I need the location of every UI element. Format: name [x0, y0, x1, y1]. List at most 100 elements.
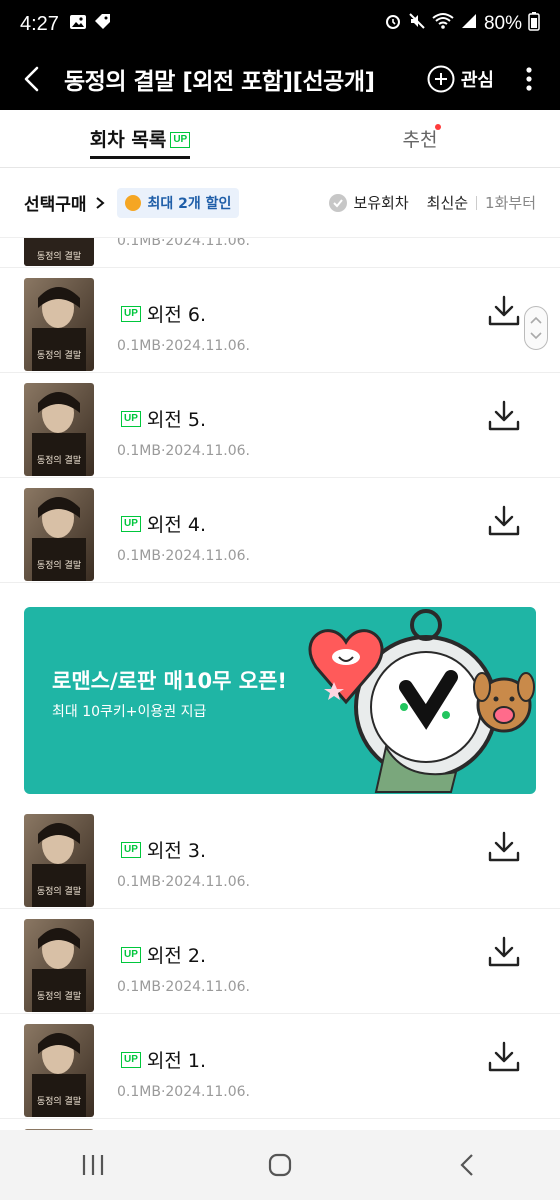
up-badge: UP: [121, 946, 141, 963]
select-buy-button[interactable]: 선택구매: [24, 190, 106, 215]
tab-recommend-label: 추천: [402, 129, 438, 151]
episode-title: 외전 6.: [146, 304, 207, 326]
battery-icon: [528, 11, 540, 37]
up-badge: UP: [121, 410, 141, 427]
episode-meta: 0.1MB·2024.11.06.: [117, 443, 251, 459]
gallery-icon: [69, 13, 87, 35]
episode-title: 외전 5.: [146, 409, 207, 431]
tag-icon: [93, 13, 111, 35]
download-icon: [488, 400, 520, 431]
episode-row[interactable]: [0, 1119, 560, 1130]
favorite-label: 관심: [460, 70, 494, 91]
episode-thumbnail: 동정의 결말: [24, 278, 94, 371]
app-bar: 동정의 결말 [외전 포함][선공개] 관심: [0, 48, 560, 110]
owned-label: 보유회차: [353, 194, 409, 212]
episode-list: 동정의 결말 0.1MB·2024.11.06. 동정의 결말 UP 외전 6.…: [0, 238, 560, 1130]
up-badge: UP: [121, 841, 141, 858]
back-button[interactable]: [0, 48, 64, 110]
episode-meta: 0.1MB·2024.11.06.: [117, 874, 251, 890]
download-icon: [488, 1041, 520, 1072]
episode-thumbnail: 동정의 결말: [24, 383, 94, 476]
episode-meta: 0.1MB·2024.11.06.: [117, 979, 251, 995]
discount-label: 최대 2개 할인: [147, 195, 232, 212]
system-nav-bar: [0, 1130, 560, 1200]
episode-thumbnail: 동정의 결말: [24, 1024, 94, 1117]
signal-icon: [460, 12, 478, 36]
svg-text:동정의 결말: 동정의 결말: [37, 990, 81, 1002]
episode-row[interactable]: 동정의 결말 UP 외전 1. 0.1MB·2024.11.06.: [0, 1014, 560, 1119]
download-button[interactable]: [486, 503, 522, 539]
episode-row[interactable]: 동정의 결말 UP 외전 2. 0.1MB·2024.11.06.: [0, 909, 560, 1014]
sort-latest[interactable]: 최신순: [427, 192, 468, 213]
download-button[interactable]: [486, 934, 522, 970]
svg-text:동정의 결말: 동정의 결말: [37, 250, 81, 262]
discount-chip[interactable]: 최대 2개 할인: [117, 187, 240, 218]
banner-illustration: [308, 609, 535, 793]
chevron-right-icon: [96, 197, 106, 209]
episode-row[interactable]: 동정의 결말 UP 외전 4. 0.1MB·2024.11.06.: [0, 478, 560, 583]
episode-row[interactable]: 동정의 결말 UP 외전 3. 0.1MB·2024.11.06.: [0, 804, 560, 909]
episode-title: 외전 4.: [146, 514, 207, 536]
new-dot: [435, 124, 441, 130]
download-button[interactable]: [486, 1039, 522, 1075]
page-title: 동정의 결말 [외전 포함][선공개]: [64, 69, 375, 95]
promo-banner[interactable]: 로맨스/로판 매10무 오픈! 최대 10쿠키+이용권 지급: [24, 607, 536, 794]
tab-episode-list-label: 회차 목록: [89, 128, 167, 151]
more-vertical-icon: [526, 67, 532, 91]
chevron-up-icon: [530, 316, 542, 324]
check-circle-icon: [329, 193, 348, 212]
fast-scroll-handle[interactable]: [524, 306, 548, 350]
svg-text:동정의 결말: 동정의 결말: [37, 454, 81, 466]
download-button[interactable]: [486, 398, 522, 434]
episode-title: 외전 3.: [146, 840, 207, 862]
episode-title: 외전 1.: [146, 1050, 207, 1072]
up-badge: UP: [121, 515, 141, 532]
chevron-down-icon: [530, 332, 542, 340]
tab-episode-list[interactable]: 회차 목록 UP: [0, 110, 280, 167]
episode-meta: 0.1MB·2024.11.06.: [117, 548, 251, 564]
home-button[interactable]: [250, 1135, 310, 1195]
sort-from-first[interactable]: 1화부터: [485, 192, 536, 213]
up-badge: UP: [121, 1051, 141, 1068]
svg-text:동정의 결말: 동정의 결말: [37, 885, 81, 897]
download-icon: [488, 831, 520, 862]
banner-title: 로맨스/로판 매10무 오픈!: [52, 669, 287, 693]
episode-thumbnail: 동정의 결말: [24, 488, 94, 581]
svg-text:동정의 결말: 동정의 결말: [37, 349, 81, 361]
up-badge: UP: [121, 305, 141, 322]
filter-bar: 선택구매 최대 2개 할인 보유회차 최신순 1화부터: [0, 168, 560, 238]
svg-text:동정의 결말: 동정의 결말: [37, 559, 81, 571]
svg-text:동정의 결말: 동정의 결말: [37, 1095, 81, 1107]
episode-meta: 0.1MB·2024.11.06.: [117, 338, 251, 354]
home-icon: [268, 1153, 292, 1177]
episode-thumbnail: 동정의 결말: [24, 238, 94, 266]
tab-recommend[interactable]: 추천: [280, 110, 560, 167]
battery-percent: 80%: [483, 13, 522, 34]
back-chevron-icon: [460, 1154, 473, 1176]
episode-row[interactable]: 동정의 결말 0.1MB·2024.11.06.: [0, 238, 560, 268]
recent-apps-button[interactable]: [63, 1135, 123, 1195]
mute-icon: [408, 12, 426, 36]
back-nav-button[interactable]: [437, 1135, 497, 1195]
owned-filter[interactable]: 보유회차: [329, 192, 409, 213]
select-buy-label: 선택구매: [24, 195, 87, 215]
download-button[interactable]: [486, 829, 522, 865]
episode-row[interactable]: 동정의 결말 UP 외전 6. 0.1MB·2024.11.06.: [0, 268, 560, 373]
more-button[interactable]: [514, 48, 544, 110]
favorite-button[interactable]: 관심: [427, 65, 494, 93]
episode-meta: 0.1MB·2024.11.06.: [117, 1084, 251, 1100]
sort-divider: [476, 195, 478, 210]
episode-row[interactable]: 동정의 결말 UP 외전 5. 0.1MB·2024.11.06.: [0, 373, 560, 478]
episode-thumbnail: 동정의 결말: [24, 814, 94, 907]
wifi-icon: [432, 12, 454, 36]
up-badge: UP: [170, 132, 191, 148]
back-arrow-icon: [24, 66, 39, 92]
download-button[interactable]: [486, 293, 522, 329]
coin-icon: [125, 194, 142, 211]
tab-bar: 회차 목록 UP 추천: [0, 110, 560, 168]
plus-circle-icon: [427, 65, 455, 93]
alarm-icon: [384, 12, 402, 36]
download-icon: [488, 505, 520, 536]
recent-apps-icon: [83, 1155, 104, 1175]
status-bar: 4:27 80%: [0, 0, 560, 48]
